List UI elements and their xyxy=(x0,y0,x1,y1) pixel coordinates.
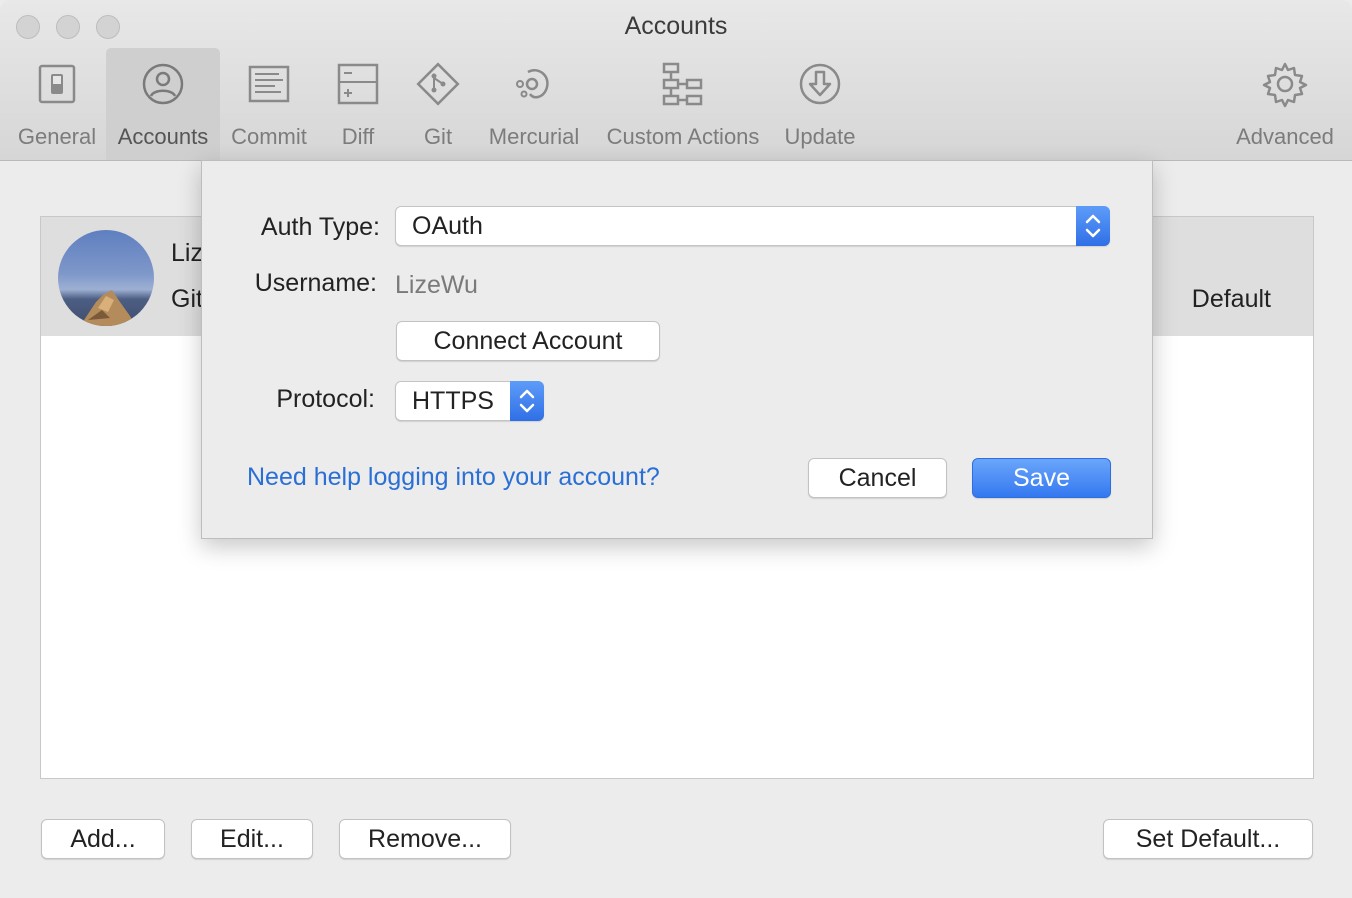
tab-git[interactable]: Git xyxy=(400,48,476,160)
chevron-updown-icon xyxy=(510,381,544,421)
window-toolbar: Accounts General Accounts Commit Diff Gi… xyxy=(0,0,1352,161)
tab-git-label: Git xyxy=(423,124,453,149)
set-default-button[interactable]: Set Default... xyxy=(1103,819,1313,859)
username-label: Username: xyxy=(254,269,377,297)
protocol-value: HTTPS xyxy=(412,387,494,415)
help-login-link[interactable]: Need help logging into your account? xyxy=(247,463,660,492)
tab-update-label: Update xyxy=(784,124,856,149)
tab-mercurial[interactable]: Mercurial xyxy=(484,48,584,160)
tab-accounts-label: Accounts xyxy=(117,124,209,149)
tab-general-label: General xyxy=(17,124,97,149)
document-lines-icon xyxy=(245,60,293,108)
chevron-updown-icon xyxy=(1076,206,1110,246)
tab-accounts[interactable]: Accounts xyxy=(106,48,220,160)
tab-diff-label: Diff xyxy=(341,124,375,149)
tab-mercurial-label: Mercurial xyxy=(488,124,580,149)
switch-icon xyxy=(33,60,81,108)
git-diamond-icon xyxy=(414,60,462,108)
tab-custom-actions-label: Custom Actions xyxy=(606,124,760,149)
tab-diff[interactable]: Diff xyxy=(318,48,398,160)
diff-icon xyxy=(334,60,382,108)
account-name: Liz xyxy=(171,239,203,267)
account-host: Git xyxy=(171,285,203,313)
mercurial-icon xyxy=(510,60,558,108)
person-circle-icon xyxy=(139,60,187,108)
edit-account-button[interactable]: Edit... xyxy=(191,819,313,859)
cancel-button[interactable]: Cancel xyxy=(808,458,947,498)
download-circle-icon xyxy=(796,60,844,108)
flow-icon xyxy=(659,60,707,108)
protocol-select[interactable]: HTTPS xyxy=(395,381,544,421)
tab-advanced-label: Advanced xyxy=(1236,124,1334,149)
account-default-status: Default xyxy=(1191,285,1271,313)
remove-account-button[interactable]: Remove... xyxy=(339,819,511,859)
tab-commit[interactable]: Commit xyxy=(224,48,314,160)
add-account-button[interactable]: Add... xyxy=(41,819,165,859)
gear-icon xyxy=(1261,60,1309,108)
tab-custom-actions[interactable]: Custom Actions xyxy=(598,48,768,160)
edit-account-sheet: Auth Type: OAuth Username: LizeWu Connec… xyxy=(201,160,1153,539)
tab-general[interactable]: General xyxy=(12,48,102,160)
connect-account-button[interactable]: Connect Account xyxy=(396,321,660,361)
tab-update[interactable]: Update xyxy=(778,48,862,160)
save-button[interactable]: Save xyxy=(972,458,1111,498)
tab-commit-label: Commit xyxy=(231,124,307,149)
avatar xyxy=(58,230,154,326)
auth-type-label: Auth Type: xyxy=(260,213,380,241)
tab-advanced[interactable]: Advanced xyxy=(1230,48,1340,160)
auth-type-select[interactable]: OAuth xyxy=(395,206,1110,246)
window-title: Accounts xyxy=(624,12,728,40)
protocol-label: Protocol: xyxy=(276,385,375,413)
username-value: LizeWu xyxy=(395,271,478,299)
auth-type-value: OAuth xyxy=(412,212,483,240)
